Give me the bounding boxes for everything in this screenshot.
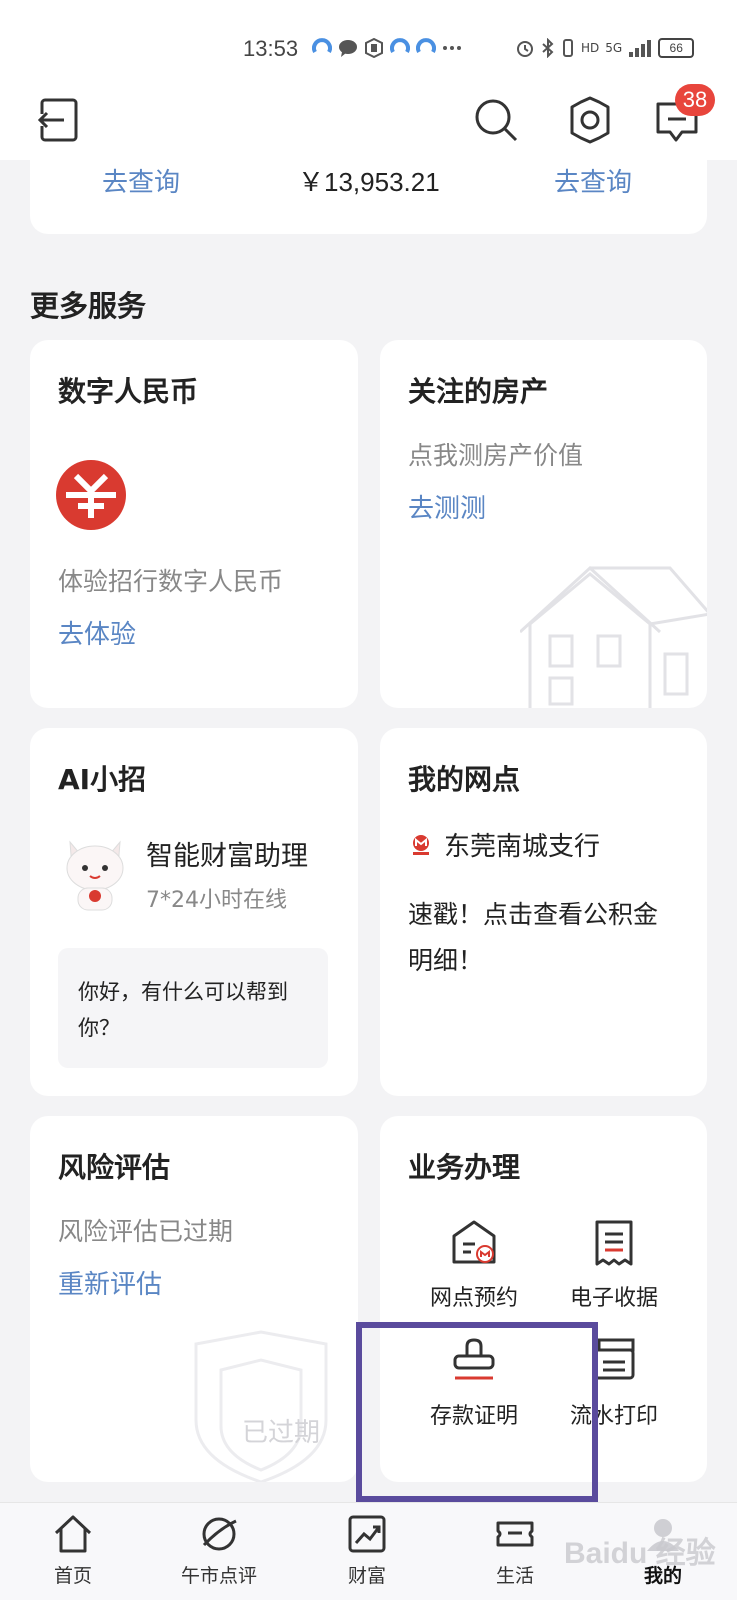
nav-life[interactable]: 生活 [460,1513,570,1588]
nav-wealth[interactable]: 财富 [312,1513,422,1588]
risk-assessment-card[interactable]: 风险评估 风险评估已过期 重新评估 已过期 [30,1116,358,1482]
chat-bubble[interactable]: 你好，有什么可以帮到你？ [58,948,328,1068]
card-subtitle: 点我测房产价值 [408,441,584,470]
my-branch-card[interactable]: 我的网点 东莞南城支行 速戳！点击查看公积金明细！ [380,728,707,1096]
app-notification-icon [312,38,332,58]
top-navigation-bar [0,80,737,160]
branch-description: 速戳！点击查看公积金明细！ [408,900,659,975]
signal-icon [629,40,652,57]
nav-label: 首页 [53,1565,92,1587]
query-link-right[interactable]: 去查询 [554,162,632,199]
property-card[interactable]: 关注的房产 点我测房产价值 去测测 [380,340,707,708]
planet-icon [202,1517,237,1551]
nav-label: 午市点评 [180,1565,257,1587]
nav-market-review[interactable]: 午市点评 [164,1513,274,1588]
digital-rmb-icon [56,460,126,530]
exit-icon [36,98,78,142]
hand-icon [364,37,384,59]
e-receipt-button[interactable]: 电子收据 [544,1218,684,1312]
hd-label: HD [581,41,600,55]
card-title: 数字人民币 [58,375,199,408]
branch-name: 东莞南城支行 [444,832,601,862]
asset-summary-card: 去查询 ￥13,953.21 去查询 [30,160,707,234]
section-title: 更多服务 [30,289,147,323]
assistant-name: 智能财富助理 [146,841,308,872]
reassess-link[interactable]: 重新评估 [58,1264,162,1301]
alarm-icon [517,41,533,57]
card-title: AI小招 [58,763,147,796]
card-subtitle: 风险评估已过期 [58,1217,234,1246]
balance-amount: ￥13,953.21 [298,167,440,197]
card-title: 业务办理 [408,1151,521,1184]
card-title: 我的网点 [408,763,521,796]
assistant-hours: 7*24小时在线 [146,888,287,913]
exit-button[interactable] [34,94,86,146]
nav-label: 生活 [495,1565,534,1587]
vibrate-icon [563,39,573,57]
bank-logo-icon [413,835,429,855]
message-count-badge: 38 [675,84,715,116]
try-link[interactable]: 去体验 [58,614,136,651]
nav-home[interactable]: 首页 [18,1513,128,1588]
highlight-annotation [356,1322,598,1502]
status-time: 13:53 [243,36,299,61]
card-title: 风险评估 [58,1151,171,1184]
chart-icon [348,1515,386,1553]
gear-icon [570,96,610,144]
mascot-icon [66,840,124,911]
item-label: 网点预约 [429,1286,518,1311]
house-illustration [520,565,707,708]
ai-assistant-card[interactable]: AI小招 智能财富助理 7*24小时在线 你好，有什么可以帮到你？ [30,728,358,1096]
branch-booking-icon [452,1220,496,1264]
network-label: 5G [605,41,623,55]
battery-indicator: 66 [658,38,695,58]
home-icon [54,1515,92,1553]
expired-stamp: 已过期 [242,1418,321,1448]
ticket-icon [496,1521,534,1547]
baidu-watermark: Baidu 经验 [564,1537,716,1570]
branch-booking-button[interactable]: 网点预约 [404,1218,544,1312]
chat-icon [338,38,358,58]
receipt-icon [595,1220,633,1266]
shield-icon [194,1330,328,1482]
bluetooth-icon [542,38,554,58]
system-icons: HD 5G 66 [515,38,695,58]
search-button[interactable] [470,94,522,146]
search-icon [475,99,518,142]
card-title: 关注的房产 [408,375,549,408]
app-notification-icon [390,38,410,58]
app-notification-icon [416,38,436,58]
status-bar: 13:53 HD 5G 66 [0,0,737,80]
digital-rmb-card[interactable]: 数字人民币 体验招行数字人民币 去体验 [30,340,358,708]
notification-icons [312,37,462,59]
card-subtitle: 体验招行数字人民币 [58,567,284,596]
item-label: 电子收据 [569,1286,658,1311]
settings-button[interactable] [564,94,616,146]
nav-label: 财富 [347,1565,386,1587]
more-icon [442,38,462,58]
query-link-left[interactable]: 去查询 [102,162,180,199]
measure-link[interactable]: 去测测 [408,488,486,525]
